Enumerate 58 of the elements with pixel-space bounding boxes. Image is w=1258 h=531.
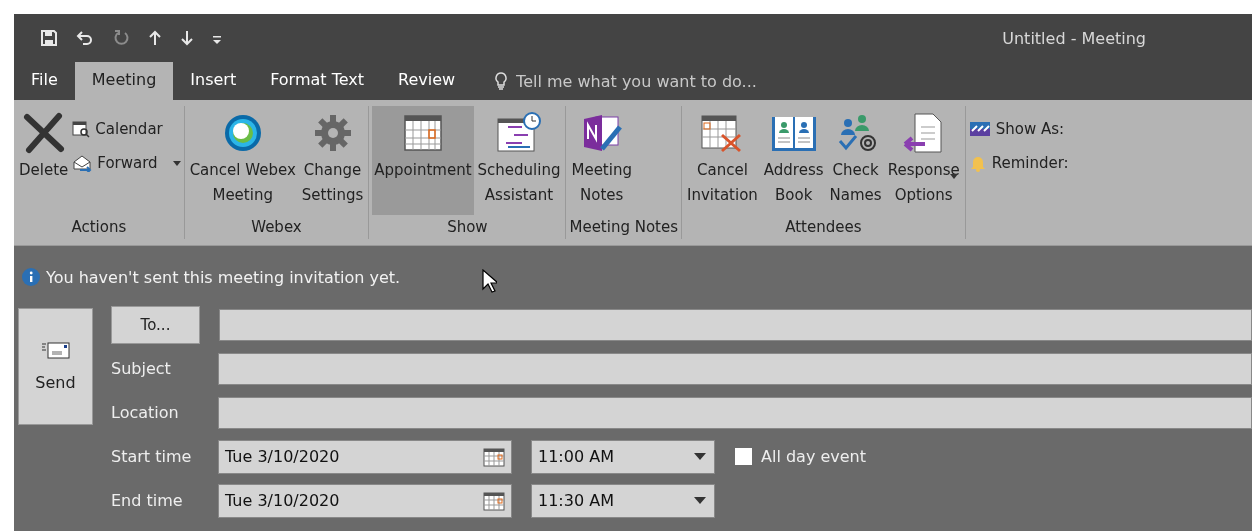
ribbon-button[interactable]: Change Settings bbox=[299, 106, 366, 215]
date-field[interactable]: Tue 3/10/2020 bbox=[218, 439, 512, 474]
ribbon-button[interactable]: Check Names bbox=[827, 106, 884, 215]
ribbon-button[interactable]: Appointment bbox=[372, 106, 474, 215]
envelope-arrow-icon bbox=[72, 154, 93, 172]
time-dropdown[interactable]: 11:30 AM bbox=[531, 483, 715, 518]
ribbon-tab[interactable]: Review bbox=[381, 62, 473, 100]
search-field[interactable]: Tell me what you want to do... bbox=[514, 70, 819, 92]
input-field[interactable] bbox=[219, 308, 1252, 341]
ribbon-tab[interactable]: Insert bbox=[173, 62, 254, 100]
group-label: Attendees bbox=[784, 217, 863, 238]
ribbon-button[interactable]: Scheduling Assistant bbox=[475, 106, 563, 215]
calendar-icon[interactable] bbox=[483, 490, 505, 511]
group-label: Webex bbox=[250, 217, 303, 238]
time-dropdown[interactable]: 11:00 AM bbox=[531, 439, 715, 474]
ribbon-button[interactable]: Calendar bbox=[72, 120, 181, 138]
schedule-chart-icon bbox=[494, 111, 544, 155]
ribbon-tab[interactable]: File bbox=[14, 62, 75, 100]
ribbon-button[interactable]: Delete bbox=[17, 106, 71, 215]
ribbon-button[interactable]: Reminder: bbox=[968, 154, 1069, 172]
ribbon-button[interactable]: Show As: bbox=[968, 120, 1069, 138]
field-label: Location bbox=[111, 403, 180, 422]
ribbon-tab[interactable]: Meeting bbox=[74, 62, 174, 100]
field-label: Subject bbox=[111, 359, 172, 378]
ribbon-tab[interactable]: Format Text bbox=[253, 62, 381, 100]
ribbon-button[interactable]: Response Options bbox=[885, 106, 962, 215]
mouse-pointer-icon bbox=[481, 269, 498, 293]
envelope-icon bbox=[40, 341, 71, 361]
status-bar-icon bbox=[968, 121, 991, 137]
lightbulb-icon bbox=[494, 72, 509, 90]
ribbon-button[interactable]: Meeting Notes bbox=[569, 106, 634, 215]
group-label: Meeting Notes bbox=[569, 217, 679, 238]
dropdown-arrow-icon bbox=[694, 496, 706, 505]
dropdown-arrow-icon bbox=[694, 452, 706, 461]
checkbox[interactable] bbox=[735, 448, 752, 465]
field-label: Start time bbox=[111, 447, 193, 466]
input-field[interactable] bbox=[218, 352, 1252, 385]
info-icon bbox=[22, 268, 40, 286]
field-label: End time bbox=[111, 491, 184, 510]
calendar-icon[interactable] bbox=[483, 446, 505, 467]
checkbox-label: All day event bbox=[761, 447, 866, 466]
calendar-search-icon bbox=[72, 120, 91, 138]
up-arrow-icon[interactable] bbox=[148, 29, 162, 47]
ribbon-button[interactable]: Address Book bbox=[761, 106, 826, 215]
window-title: Untitled - Meeting bbox=[1002, 28, 1146, 48]
save-icon[interactable] bbox=[40, 29, 58, 47]
undo-icon[interactable] bbox=[76, 29, 94, 47]
info-message: You haven't sent this meeting invitation yet. bbox=[46, 267, 401, 287]
input-field[interactable] bbox=[218, 396, 1252, 429]
ribbon-button[interactable]: Cancel Webex Meeting bbox=[187, 106, 298, 215]
group-label: Actions bbox=[70, 217, 128, 238]
group-label: Show bbox=[446, 217, 489, 238]
send-button[interactable]: Send bbox=[18, 308, 93, 425]
down-arrow-icon[interactable] bbox=[180, 29, 194, 47]
to-button[interactable]: To... bbox=[111, 305, 200, 344]
date-field[interactable]: Tue 3/10/2020 bbox=[218, 483, 512, 518]
ribbon-button[interactable]: Cancel Invitation bbox=[685, 106, 760, 215]
ribbon-button[interactable]: Forward bbox=[72, 154, 181, 172]
